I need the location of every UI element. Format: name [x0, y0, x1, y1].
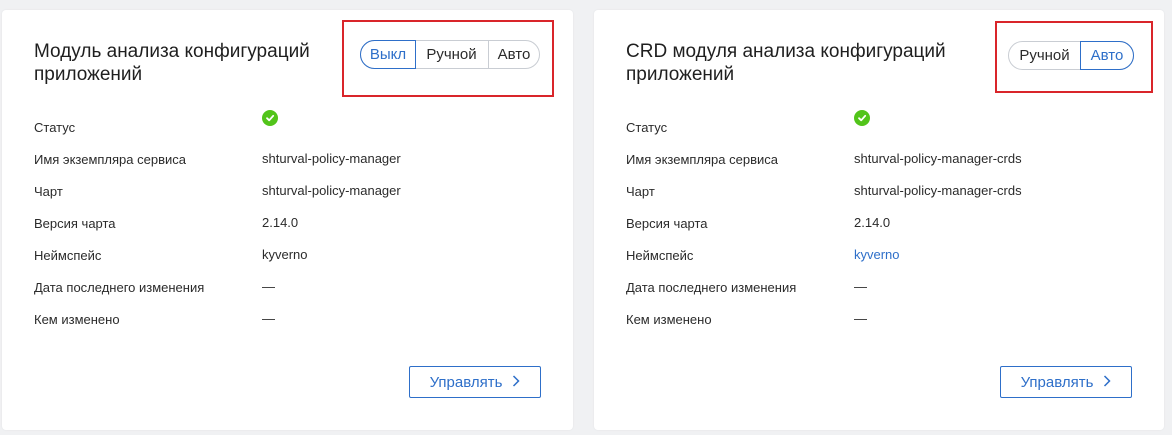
card-title: CRD модуля анализа конфигураций приложен… — [626, 41, 946, 85]
property-label: Неймспейс — [626, 248, 694, 263]
property-row: Версия чарта 2.14.0 — [626, 206, 1146, 238]
property-row: Неймспейс kyverno — [34, 238, 554, 270]
property-value: shturval-policy-manager — [262, 183, 401, 198]
status-label: Статус — [34, 120, 76, 135]
property-label: Чарт — [34, 184, 63, 199]
manage-button[interactable]: Управлять — [1000, 366, 1132, 398]
properties-list: Статус Имя экземпляра сервиса shturval-p… — [626, 110, 1146, 334]
card-title: Модуль анализа конфигураций приложений — [34, 41, 310, 85]
namespace-link[interactable]: kyverno — [854, 247, 900, 262]
property-row: Кем изменено — — [626, 302, 1146, 334]
mode-auto-button[interactable]: Авто — [489, 41, 539, 68]
property-label: Версия чарта — [34, 216, 116, 231]
property-label: Дата последнего изменения — [626, 280, 797, 295]
property-label: Дата последнего изменения — [34, 280, 205, 295]
property-label: Кем изменено — [34, 312, 120, 327]
manage-button-label: Управлять — [429, 373, 503, 391]
mode-switch: Ручной Авто — [1008, 41, 1134, 70]
property-row-status: Статус — [34, 110, 554, 142]
property-row: Имя экземпляра сервиса shturval-policy-m… — [626, 142, 1146, 174]
check-circle-icon — [854, 110, 870, 126]
property-row-status: Статус — [626, 110, 1146, 142]
properties-list: Статус Имя экземпляра сервиса shturval-p… — [34, 110, 554, 334]
property-value: 2.14.0 — [854, 215, 891, 230]
property-value: shturval-policy-manager-crds — [854, 183, 1022, 198]
chevron-right-icon — [1103, 374, 1111, 391]
service-card-policy-manager: Модуль анализа конфигураций приложений В… — [2, 10, 573, 430]
property-value: shturval-policy-manager-crds — [854, 151, 1022, 166]
property-row: Дата последнего изменения — — [626, 270, 1146, 302]
mode-manual-button[interactable]: Ручной — [415, 41, 489, 68]
property-row: Кем изменено — — [34, 302, 554, 334]
property-row: Версия чарта 2.14.0 — [34, 206, 554, 238]
property-value: — — [262, 311, 275, 326]
property-row: Дата последнего изменения — — [34, 270, 554, 302]
manage-button-label: Управлять — [1020, 373, 1094, 391]
property-label: Чарт — [626, 184, 655, 199]
property-value: — — [854, 279, 867, 294]
mode-off-button[interactable]: Выкл — [360, 40, 416, 69]
property-value: kyverno — [262, 247, 308, 262]
property-value: shturval-policy-manager — [262, 151, 401, 166]
mode-auto-button[interactable]: Авто — [1080, 41, 1134, 70]
mode-switch: Выкл Ручной Авто — [360, 40, 540, 69]
property-value: 2.14.0 — [262, 215, 299, 230]
mode-manual-button[interactable]: Ручной — [1009, 42, 1081, 69]
property-value: — — [854, 311, 867, 326]
service-card-policy-manager-crds: CRD модуля анализа конфигураций приложен… — [594, 10, 1164, 430]
property-label: Имя экземпляра сервиса — [626, 152, 778, 167]
status-label: Статус — [626, 120, 668, 135]
property-label: Имя экземпляра сервиса — [34, 152, 186, 167]
property-label: Кем изменено — [626, 312, 712, 327]
property-label: Версия чарта — [626, 216, 708, 231]
property-row: Чарт shturval-policy-manager-crds — [626, 174, 1146, 206]
property-value: — — [262, 279, 275, 294]
property-label: Неймспейс — [34, 248, 102, 263]
chevron-right-icon — [512, 374, 520, 391]
property-row: Чарт shturval-policy-manager — [34, 174, 554, 206]
property-row: Неймспейс kyverno — [626, 238, 1146, 270]
property-row: Имя экземпляра сервиса shturval-policy-m… — [34, 142, 554, 174]
manage-button[interactable]: Управлять — [409, 366, 541, 398]
check-circle-icon — [262, 110, 278, 126]
